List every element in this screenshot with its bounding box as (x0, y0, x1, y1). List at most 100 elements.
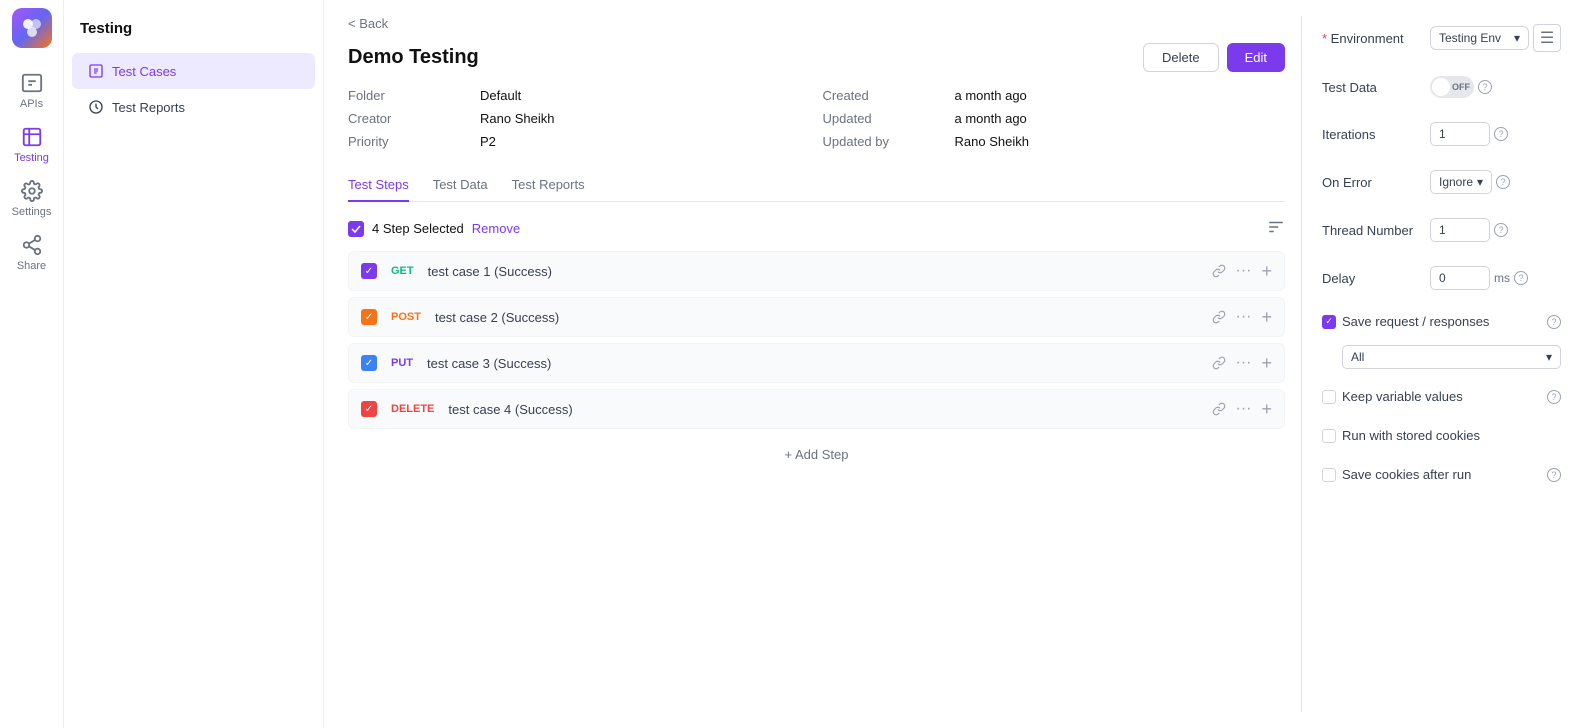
step-row-3: ✓ PUT test case 3 (Success) ··· + (348, 343, 1285, 383)
keep-variable-checkbox[interactable] (1322, 390, 1336, 404)
meta-grid: Folder Default Created a month ago Creat… (348, 88, 1285, 149)
tab-test-steps[interactable]: Test Steps (348, 169, 409, 202)
tab-bar: Test Steps Test Data Test Reports (348, 169, 1285, 202)
priority-value: P2 (480, 134, 811, 149)
step-2-add-icon[interactable]: + (1261, 308, 1272, 326)
creator-label: Creator (348, 111, 468, 126)
keep-variable-info-icon[interactable]: ? (1547, 390, 1561, 404)
environment-select[interactable]: Testing Env ▾ (1430, 26, 1529, 50)
step-row-1: ✓ GET test case 1 (Success) ··· + (348, 251, 1285, 291)
environment-menu-button[interactable]: ☰ (1533, 24, 1561, 52)
title-actions: Delete Edit (1143, 43, 1285, 72)
iterations-label: Iterations (1322, 127, 1422, 142)
step-3-more-icon[interactable]: ··· (1236, 355, 1252, 371)
thread-number-info-icon[interactable]: ? (1494, 223, 1508, 237)
step-3-name: test case 3 (Success) (427, 356, 1202, 371)
all-select[interactable]: All ▾ (1342, 345, 1561, 369)
rail-item-settings[interactable]: Settings (0, 172, 63, 226)
step-1-actions: ··· + (1212, 262, 1273, 280)
edit-button[interactable]: Edit (1227, 43, 1285, 72)
step-2-more-icon[interactable]: ··· (1236, 309, 1252, 325)
rail-item-share[interactable]: Share (0, 226, 63, 280)
back-button[interactable]: < Back (348, 16, 1285, 31)
test-data-toggle[interactable]: OFF (1430, 76, 1474, 98)
updated-label: Updated (823, 111, 943, 126)
save-requests-label: Save request / responses (1342, 314, 1541, 329)
test-data-value: OFF ? (1430, 76, 1561, 98)
thread-number-row: Thread Number ? (1322, 210, 1561, 242)
test-data-row: Test Data OFF ? (1322, 68, 1561, 98)
on-error-label: On Error (1322, 175, 1422, 190)
step-4-add-icon[interactable]: + (1261, 400, 1272, 418)
iterations-value: ? (1430, 122, 1561, 146)
step-4-checkbox[interactable]: ✓ (361, 401, 377, 417)
environment-row: Environment Testing Env ▾ ☰ (1322, 16, 1561, 52)
keep-variable-label: Keep variable values (1342, 389, 1541, 404)
run-stored-cookies-label: Run with stored cookies (1342, 428, 1561, 443)
rail-item-apis[interactable]: APIs (0, 64, 63, 118)
step-2-method: POST (387, 310, 425, 324)
step-4-actions: ··· + (1212, 400, 1273, 418)
tab-test-data[interactable]: Test Data (433, 169, 488, 202)
delay-info-icon[interactable]: ? (1514, 271, 1528, 285)
delay-unit: ms (1494, 271, 1510, 285)
step-3-checkbox[interactable]: ✓ (361, 355, 377, 371)
save-requests-checkbox[interactable]: ✓ (1322, 315, 1336, 329)
title-row: Demo Testing Delete Edit (348, 43, 1285, 72)
right-panel: Environment Testing Env ▾ ☰ Test Data OF… (1301, 16, 1561, 712)
page-title: Demo Testing (348, 46, 479, 69)
select-all-checkbox[interactable] (348, 221, 364, 237)
iterations-info-icon[interactable]: ? (1494, 127, 1508, 141)
sidebar-test-cases-label: Test Cases (112, 64, 176, 79)
save-cookies-info-icon[interactable]: ? (1547, 468, 1561, 482)
step-4-more-icon[interactable]: ··· (1236, 401, 1252, 417)
step-3-link-icon[interactable] (1212, 356, 1226, 370)
save-cookies-checkbox[interactable] (1322, 468, 1336, 482)
sidebar-title: Testing (64, 12, 323, 53)
sidebar-item-test-cases[interactable]: Test Cases (72, 53, 315, 89)
sidebar-item-test-reports[interactable]: Test Reports (72, 89, 315, 125)
step-4-method: DELETE (387, 402, 438, 416)
add-step-button[interactable]: + Add Step (348, 435, 1285, 474)
environment-value: Testing Env ▾ ☰ (1430, 24, 1561, 52)
test-data-info-icon[interactable]: ? (1478, 80, 1492, 94)
app-logo[interactable] (12, 8, 52, 48)
step-2-name: test case 2 (Success) (435, 310, 1202, 325)
selected-count: 4 Step Selected (372, 221, 464, 236)
delay-input[interactable] (1430, 266, 1490, 290)
step-1-method: GET (387, 264, 418, 278)
step-1-add-icon[interactable]: + (1261, 262, 1272, 280)
delete-button[interactable]: Delete (1143, 43, 1219, 72)
delay-label: Delay (1322, 271, 1422, 286)
thread-number-input[interactable] (1430, 218, 1490, 242)
on-error-info-icon[interactable]: ? (1496, 175, 1510, 189)
remove-link[interactable]: Remove (472, 221, 520, 236)
step-2-actions: ··· + (1212, 308, 1273, 326)
icon-rail: APIs Testing Settings Share (0, 0, 64, 728)
iterations-input[interactable] (1430, 122, 1490, 146)
step-3-add-icon[interactable]: + (1261, 354, 1272, 372)
thread-number-label: Thread Number (1322, 223, 1422, 238)
save-requests-info-icon[interactable]: ? (1547, 315, 1561, 329)
updated-by-value: Rano Sheikh (955, 134, 1286, 149)
rail-item-testing[interactable]: Testing (0, 118, 63, 172)
step-1-checkbox[interactable]: ✓ (361, 263, 377, 279)
step-1-link-icon[interactable] (1212, 264, 1226, 278)
save-requests-row: ✓ Save request / responses ? (1322, 306, 1561, 329)
folder-value: Default (480, 88, 811, 103)
step-1-more-icon[interactable]: ··· (1236, 263, 1252, 279)
step-4-link-icon[interactable] (1212, 402, 1226, 416)
step-2-link-icon[interactable] (1212, 310, 1226, 324)
delay-row: Delay ms ? (1322, 258, 1561, 290)
step-2-checkbox[interactable]: ✓ (361, 309, 377, 325)
run-stored-cookies-checkbox[interactable] (1322, 429, 1336, 443)
updated-value: a month ago (955, 111, 1286, 126)
steps-header: 4 Step Selected Remove (348, 218, 1285, 239)
on-error-select[interactable]: Ignore ▾ (1430, 170, 1492, 194)
step-3-actions: ··· + (1212, 354, 1273, 372)
tab-test-reports[interactable]: Test Reports (512, 169, 585, 202)
sort-icon[interactable] (1267, 218, 1285, 239)
created-label: Created (823, 88, 943, 103)
save-cookies-label: Save cookies after run (1342, 467, 1541, 482)
save-cookies-row: Save cookies after run ? (1322, 459, 1561, 482)
